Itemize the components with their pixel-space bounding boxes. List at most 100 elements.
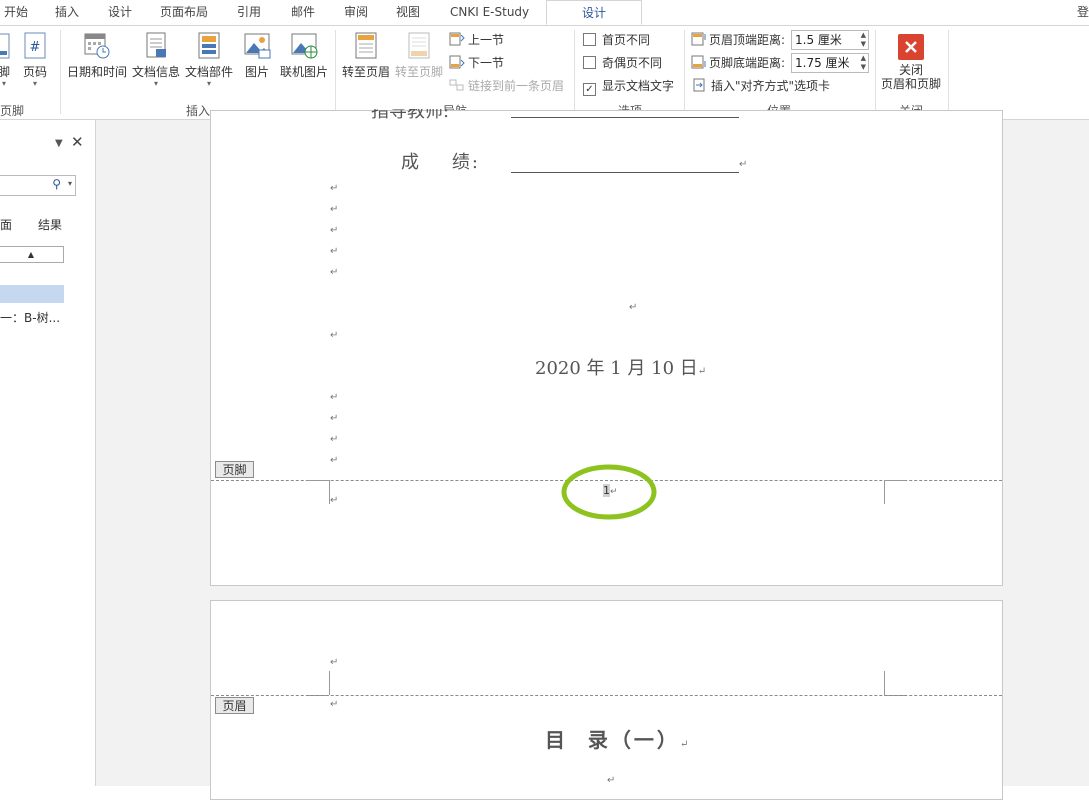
- group-divider: [60, 30, 61, 114]
- link-to-previous-button[interactable]: 链接到前一条页眉: [449, 76, 564, 96]
- picture-icon: [243, 30, 271, 60]
- margin-corner-mark: [307, 480, 329, 481]
- different-odd-even-checkbox[interactable]: 奇偶页不同: [583, 53, 662, 73]
- spin-arrows-icon[interactable]: ▲ ▼: [861, 54, 866, 72]
- goto-header-button[interactable]: 转至页眉: [341, 30, 391, 80]
- header-top-distance-input[interactable]: 1.5 厘米 ▲ ▼: [791, 30, 869, 50]
- checkbox-box: [583, 33, 596, 46]
- insert-alignment-tab-button[interactable]: 插入"对齐方式"选项卡: [693, 76, 830, 96]
- footer-button[interactable]: 脚 ▾: [0, 30, 14, 88]
- header-position-icon: [691, 32, 706, 46]
- tab-header-footer-design[interactable]: 设计: [546, 0, 642, 25]
- paragraph-mark: ↵: [330, 495, 339, 506]
- doc-info-label: 文档信息: [131, 65, 180, 79]
- tab-insert[interactable]: 插入: [55, 0, 79, 25]
- toc-title: 目 录（一）↵: [545, 724, 691, 753]
- tab-references[interactable]: 引用: [237, 0, 261, 25]
- date-time-label: 日期和时间: [66, 65, 127, 79]
- doc-info-button[interactable]: 文档信息 ▾: [131, 30, 181, 88]
- pane-options-chevron-icon[interactable]: ▼: [55, 138, 63, 149]
- paragraph-mark: ↵: [330, 225, 339, 236]
- different-first-page-checkbox[interactable]: 首页不同: [583, 30, 650, 50]
- insert-alignment-tab-label: 插入"对齐方式"选项卡: [711, 79, 831, 93]
- tab-home[interactable]: 开始: [4, 0, 28, 25]
- search-icon[interactable]: ⚲: [52, 177, 61, 191]
- paragraph-mark: ↵: [330, 455, 339, 466]
- paragraph-mark: ↵: [739, 159, 748, 170]
- paragraph-mark: ↵: [330, 204, 339, 215]
- margin-corner-mark: [884, 480, 906, 481]
- group-divider: [335, 30, 336, 114]
- page-number-label: 页码: [22, 65, 47, 79]
- close-pane-icon[interactable]: ✕: [71, 133, 84, 151]
- previous-section-button[interactable]: 上一节: [449, 30, 504, 50]
- paragraph-mark: ↵: [330, 657, 339, 668]
- date-time-button[interactable]: 日期和时间: [66, 30, 128, 80]
- ribbon-tab-bar: 开始 插入 设计 页面布局 引用 邮件 审阅 视图 CNKI E-Study 设…: [0, 0, 1089, 26]
- chevron-down-icon: ▾: [1, 79, 6, 88]
- footer-bottom-distance-label: 页脚底端距离:: [691, 53, 785, 73]
- online-picture-button[interactable]: 联机图片: [279, 30, 329, 80]
- group-divider: [948, 30, 949, 114]
- svg-text:#: #: [30, 40, 41, 55]
- picture-button[interactable]: 图片: [241, 30, 273, 80]
- chevron-down-icon[interactable]: ▾: [68, 179, 72, 188]
- header-boundary-line: [211, 695, 1002, 696]
- nav-result-highlight[interactable]: [0, 285, 64, 303]
- nav-tab-results[interactable]: 结果: [38, 216, 62, 233]
- next-section-button[interactable]: 下一节: [449, 53, 504, 73]
- footer-bottom-distance-text: 页脚底端距离:: [709, 56, 786, 70]
- tab-review[interactable]: 审阅: [344, 0, 368, 25]
- toc-title-text: 目 录（一）: [545, 728, 680, 752]
- chevron-down-icon: ▾: [206, 79, 211, 88]
- header-top-distance-value: 1.5 厘米: [795, 33, 842, 47]
- teacher-label: 指导教师:: [371, 109, 449, 119]
- document-page[interactable]: 指导教师: 成 绩: ↵ ↵ ↵ ↵ ↵ ↵ ↵ ↵ 2020 年 1 月 10…: [210, 109, 1003, 586]
- previous-section-icon: [449, 32, 465, 46]
- checkbox-box: [583, 56, 596, 69]
- footer-bottom-distance-input[interactable]: 1.75 厘米 ▲ ▼: [791, 53, 869, 73]
- highlight-circle: [561, 464, 657, 520]
- group-divider: [875, 30, 876, 114]
- close-header-footer-button[interactable]: 关闭 页眉和页脚: [879, 30, 943, 91]
- document-page[interactable]: ↵ 页眉 ↵ 目 录（一）↵ ↵: [210, 600, 1003, 800]
- date-text: 2020 年 1 月 10 日↵: [535, 354, 706, 380]
- paragraph-mark: ↵: [330, 434, 339, 445]
- paragraph-mark: ↵: [330, 392, 339, 403]
- tab-view[interactable]: 视图: [396, 0, 420, 25]
- goto-footer-button[interactable]: 转至页脚: [394, 30, 444, 80]
- tab-mailings[interactable]: 邮件: [291, 0, 315, 25]
- tab-cnki-estudy[interactable]: CNKI E-Study: [450, 0, 529, 25]
- group-divider: [684, 30, 685, 114]
- show-document-text-checkbox[interactable]: ✓ 显示文档文字: [583, 76, 674, 96]
- spin-arrows-icon[interactable]: ▲ ▼: [861, 31, 866, 49]
- paragraph-mark: ↵: [697, 366, 707, 377]
- chevron-down-icon: ▾: [153, 79, 158, 88]
- picture-label: 图片: [244, 65, 269, 79]
- tab-design[interactable]: 设计: [108, 0, 132, 25]
- nav-result-item[interactable]: 一：B-树...: [0, 309, 60, 326]
- checkmark-icon: ✓: [583, 83, 596, 96]
- header-top-distance-label: 页眉顶端距离:: [691, 30, 785, 50]
- next-section-label: 下一节: [468, 56, 505, 70]
- goto-footer-icon: [405, 30, 433, 60]
- scroll-up-button[interactable]: ▲: [0, 246, 64, 263]
- link-icon: [449, 79, 464, 91]
- footer-position-icon: [691, 55, 706, 69]
- quick-parts-icon: [195, 30, 223, 60]
- goto-header-icon: [352, 30, 380, 60]
- page-number-button[interactable]: # 页码 ▾: [21, 30, 49, 88]
- close-button-label-line2: 页眉和页脚: [880, 77, 941, 91]
- tab-page-layout[interactable]: 页面布局: [160, 0, 208, 25]
- nav-search-input[interactable]: ⚲ ▾: [0, 175, 76, 196]
- footer-tag: 页脚: [215, 461, 254, 478]
- nav-tab-pages[interactable]: 面: [0, 216, 12, 233]
- link-to-previous-label: 链接到前一条页眉: [468, 79, 565, 93]
- paragraph-mark: ↵: [330, 413, 339, 424]
- footer-button-label: 脚: [0, 65, 10, 79]
- account-label[interactable]: 登: [1077, 0, 1089, 25]
- quick-parts-button[interactable]: 文档部件 ▾: [184, 30, 234, 88]
- online-picture-label: 联机图片: [279, 65, 328, 79]
- calendar-clock-icon: [83, 30, 111, 60]
- paragraph-mark: ↵: [679, 739, 692, 750]
